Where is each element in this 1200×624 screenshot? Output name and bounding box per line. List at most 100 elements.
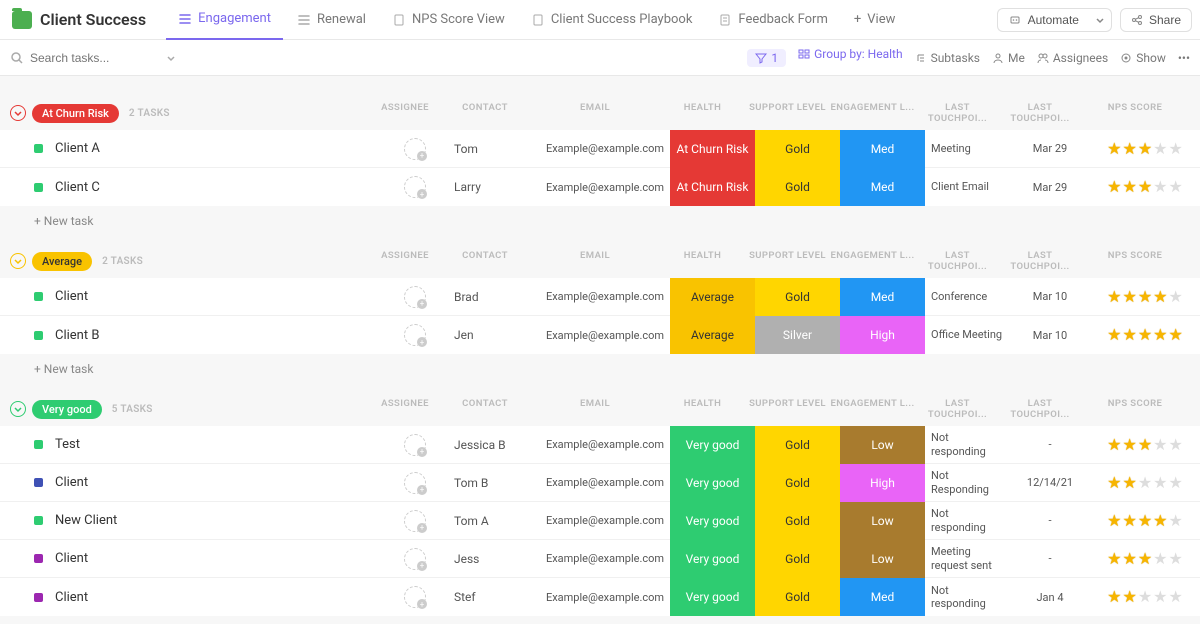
group-badge[interactable]: Very good: [32, 400, 102, 419]
email-cell[interactable]: Example@example.com: [540, 514, 670, 527]
touchpoint-date-cell[interactable]: 12/14/21: [1010, 476, 1090, 489]
assignee-cell[interactable]: [380, 510, 450, 532]
health-cell[interactable]: At Churn Risk: [670, 168, 755, 206]
task-name[interactable]: Client: [55, 551, 380, 566]
task-name[interactable]: New Client: [55, 513, 380, 528]
touchpoint-note-cell[interactable]: Not responding: [925, 507, 1010, 533]
status-dot[interactable]: [34, 554, 43, 563]
avatar-placeholder-icon[interactable]: [404, 472, 426, 494]
table-row[interactable]: Client Stef Example@example.com Very goo…: [0, 578, 1200, 616]
touchpoint-note-cell[interactable]: Meeting: [925, 142, 1010, 155]
assignee-cell[interactable]: [380, 586, 450, 608]
nps-cell[interactable]: ★★★★★: [1090, 179, 1200, 195]
support-level-cell[interactable]: Gold: [755, 426, 840, 464]
contact-cell[interactable]: Jessica B: [450, 438, 540, 452]
touchpoint-date-cell[interactable]: -: [1010, 552, 1090, 565]
status-dot[interactable]: [34, 144, 43, 153]
contact-cell[interactable]: Tom B: [450, 476, 540, 490]
avatar-placeholder-icon[interactable]: [404, 176, 426, 198]
contact-cell[interactable]: Jen: [450, 328, 540, 342]
status-dot[interactable]: [34, 292, 43, 301]
touchpoint-date-cell[interactable]: -: [1010, 438, 1090, 451]
group-badge[interactable]: Average: [32, 252, 92, 271]
email-cell[interactable]: Example@example.com: [540, 591, 670, 604]
touchpoint-date-cell[interactable]: Mar 10: [1010, 329, 1090, 342]
assignee-cell[interactable]: [380, 176, 450, 198]
table-row[interactable]: New Client Tom A Example@example.com Ver…: [0, 502, 1200, 540]
assignee-cell[interactable]: [380, 434, 450, 456]
tab-client-success-playbook[interactable]: Client Success Playbook: [519, 0, 705, 40]
subtasks-button[interactable]: Subtasks: [915, 51, 980, 65]
tab-renewal[interactable]: Renewal: [285, 0, 378, 40]
support-level-cell[interactable]: Gold: [755, 502, 840, 540]
table-row[interactable]: Client A Tom Example@example.com At Chur…: [0, 130, 1200, 168]
support-level-cell[interactable]: Gold: [755, 130, 840, 168]
contact-cell[interactable]: Tom: [450, 142, 540, 156]
support-level-cell[interactable]: Gold: [755, 464, 840, 502]
task-name[interactable]: Client A: [55, 141, 380, 156]
engagement-cell[interactable]: Low: [840, 502, 925, 540]
automate-button[interactable]: Automate: [997, 8, 1089, 32]
status-dot[interactable]: [34, 183, 43, 192]
table-row[interactable]: Client B Jen Example@example.com Average…: [0, 316, 1200, 354]
engagement-cell[interactable]: Med: [840, 168, 925, 206]
support-level-cell[interactable]: Gold: [755, 578, 840, 616]
task-name[interactable]: Client: [55, 289, 380, 304]
group-by-button[interactable]: Group by: Health: [798, 47, 902, 61]
new-task-button[interactable]: + New task: [0, 206, 1200, 236]
more-button[interactable]: •••: [1178, 51, 1190, 65]
assignee-cell[interactable]: [380, 138, 450, 160]
email-cell[interactable]: Example@example.com: [540, 329, 670, 342]
nps-cell[interactable]: ★★★★★: [1090, 437, 1200, 453]
automate-dropdown[interactable]: [1089, 8, 1112, 32]
touchpoint-note-cell[interactable]: Office Meeting: [925, 328, 1010, 341]
filter-button[interactable]: 1: [747, 49, 786, 67]
avatar-placeholder-icon[interactable]: [404, 138, 426, 160]
status-dot[interactable]: [34, 593, 43, 602]
email-cell[interactable]: Example@example.com: [540, 181, 670, 194]
collapse-toggle[interactable]: [10, 401, 26, 417]
tab-nps-score-view[interactable]: NPS Score View: [380, 0, 517, 40]
touchpoint-date-cell[interactable]: Mar 29: [1010, 181, 1090, 194]
avatar-placeholder-icon[interactable]: [404, 286, 426, 308]
touchpoint-note-cell[interactable]: Not Responding: [925, 469, 1010, 495]
tab-engagement[interactable]: Engagement: [166, 0, 283, 40]
email-cell[interactable]: Example@example.com: [540, 290, 670, 303]
touchpoint-note-cell[interactable]: Conference: [925, 290, 1010, 303]
avatar-placeholder-icon[interactable]: [404, 324, 426, 346]
health-cell[interactable]: Very good: [670, 426, 755, 464]
add-view-button[interactable]: + View: [842, 0, 908, 40]
assignee-cell[interactable]: [380, 286, 450, 308]
share-button[interactable]: Share: [1120, 8, 1192, 32]
contact-cell[interactable]: Tom A: [450, 514, 540, 528]
touchpoint-note-cell[interactable]: Not responding: [925, 584, 1010, 610]
email-cell[interactable]: Example@example.com: [540, 142, 670, 155]
nps-cell[interactable]: ★★★★★: [1090, 551, 1200, 567]
health-cell[interactable]: Average: [670, 316, 755, 354]
health-cell[interactable]: Very good: [670, 502, 755, 540]
assignees-button[interactable]: Assignees: [1037, 51, 1108, 65]
engagement-cell[interactable]: Low: [840, 540, 925, 578]
touchpoint-date-cell[interactable]: -: [1010, 514, 1090, 527]
table-row[interactable]: Test Jessica B Example@example.com Very …: [0, 426, 1200, 464]
touchpoint-date-cell[interactable]: Mar 29: [1010, 142, 1090, 155]
avatar-placeholder-icon[interactable]: [404, 586, 426, 608]
nps-cell[interactable]: ★★★★★: [1090, 513, 1200, 529]
assignee-cell[interactable]: [380, 472, 450, 494]
email-cell[interactable]: Example@example.com: [540, 476, 670, 489]
nps-cell[interactable]: ★★★★★: [1090, 327, 1200, 343]
health-cell[interactable]: At Churn Risk: [670, 130, 755, 168]
status-dot[interactable]: [34, 331, 43, 340]
engagement-cell[interactable]: Med: [840, 278, 925, 316]
show-button[interactable]: Show: [1120, 51, 1166, 65]
collapse-toggle[interactable]: [10, 253, 26, 269]
table-row[interactable]: Client Brad Example@example.com Average …: [0, 278, 1200, 316]
engagement-cell[interactable]: High: [840, 464, 925, 502]
status-dot[interactable]: [34, 478, 43, 487]
table-row[interactable]: Client C Larry Example@example.com At Ch…: [0, 168, 1200, 206]
touchpoint-date-cell[interactable]: Jan 4: [1010, 591, 1090, 604]
task-name[interactable]: Client B: [55, 328, 380, 343]
health-cell[interactable]: Average: [670, 278, 755, 316]
nps-cell[interactable]: ★★★★★: [1090, 141, 1200, 157]
support-level-cell[interactable]: Silver: [755, 316, 840, 354]
